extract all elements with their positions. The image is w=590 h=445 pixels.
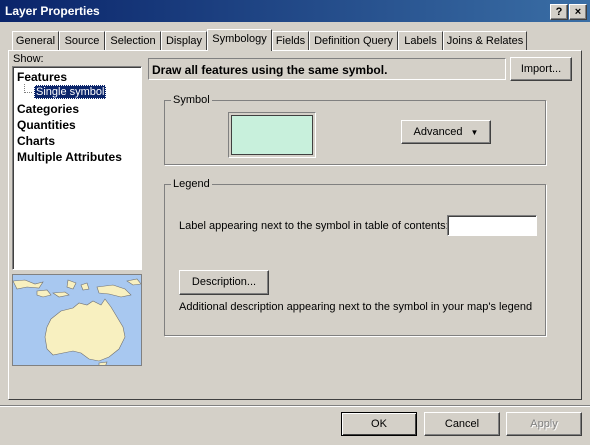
symbol-swatch	[231, 115, 313, 155]
tab-general[interactable]: General	[12, 31, 59, 50]
advanced-button[interactable]: Advanced ▼	[401, 120, 491, 144]
window-title: Layer Properties	[5, 4, 100, 18]
show-tree: Features Single symbol Categories Quanti…	[12, 66, 142, 270]
tab-source[interactable]: Source	[59, 31, 105, 50]
tab-labels[interactable]: Labels	[398, 31, 443, 50]
chevron-down-icon: ▼	[470, 128, 479, 137]
tree-item-features[interactable]: Features	[17, 70, 67, 84]
tree-connector	[24, 92, 32, 94]
divider	[0, 405, 590, 407]
advanced-label: Advanced	[413, 126, 463, 138]
legend-group	[164, 184, 546, 336]
tab-symbology[interactable]: Symbology	[207, 29, 272, 51]
tree-item-categories[interactable]: Categories	[17, 102, 79, 116]
description-hint: Additional description appearing next to…	[179, 301, 533, 313]
tab-joins-relates[interactable]: Joins & Relates	[443, 31, 527, 50]
renderer-description: Draw all features using the same symbol.	[148, 58, 506, 80]
tab-display[interactable]: Display	[161, 31, 207, 50]
import-button[interactable]: Import...	[510, 57, 572, 81]
show-label: Show:	[13, 53, 44, 65]
tree-item-charts[interactable]: Charts	[17, 134, 55, 148]
legend-group-label: Legend	[171, 178, 212, 190]
symbol-preview-button[interactable]	[228, 112, 316, 158]
australia-map-thumbnail	[13, 275, 141, 365]
ok-button[interactable]: OK	[341, 412, 417, 436]
renderer-description-text: Draw all features using the same symbol.	[152, 63, 388, 77]
apply-button[interactable]: Apply	[506, 412, 582, 436]
tab-fields[interactable]: Fields	[272, 31, 309, 50]
tree-item-multiple-attributes[interactable]: Multiple Attributes	[17, 150, 122, 164]
help-button[interactable]: ?	[550, 4, 568, 20]
tab-definition-query[interactable]: Definition Query	[309, 31, 398, 50]
legend-label-prompt: Label appearing next to the symbol in ta…	[179, 220, 449, 232]
preview-map	[12, 274, 142, 366]
symbol-group-label: Symbol	[171, 94, 212, 106]
tab-selection[interactable]: Selection	[105, 31, 161, 50]
close-button[interactable]: ×	[569, 4, 587, 20]
description-button[interactable]: Description...	[179, 270, 269, 295]
tree-item-quantities[interactable]: Quantities	[17, 118, 76, 132]
cancel-button[interactable]: Cancel	[424, 412, 500, 436]
legend-label-field[interactable]	[447, 215, 537, 236]
title-bar: Layer Properties ? ×	[0, 0, 590, 22]
tree-item-single-symbol[interactable]: Single symbol	[34, 85, 107, 99]
